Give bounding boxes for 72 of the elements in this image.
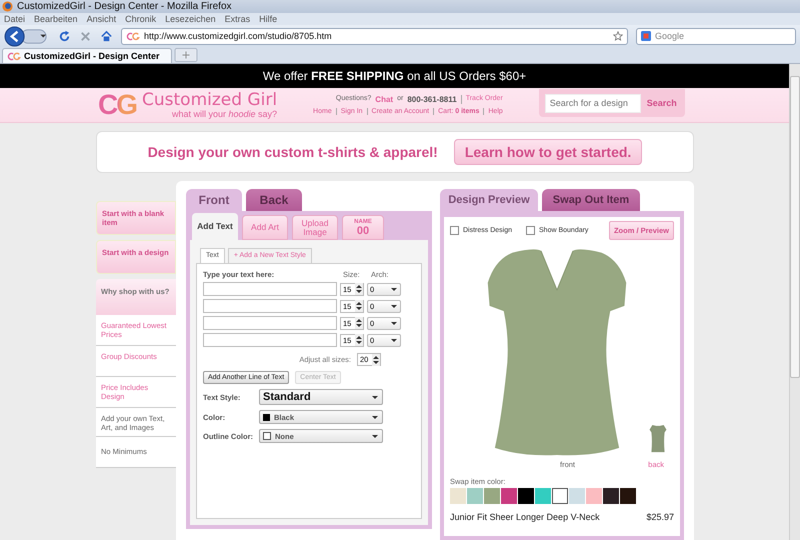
- product-price: $25.97: [646, 512, 674, 522]
- bookmark-star-icon[interactable]: [613, 31, 623, 41]
- color-swatch[interactable]: [586, 488, 602, 504]
- spinner-arrows-icon[interactable]: [355, 300, 363, 312]
- web-search-field[interactable]: Google: [636, 28, 796, 44]
- scrollbar[interactable]: [789, 64, 800, 540]
- color-swatch[interactable]: [569, 488, 585, 504]
- browser-logo-icon: [2, 1, 13, 12]
- header-link[interactable]: Chat: [375, 95, 394, 104]
- tool-tab[interactable]: Upload Image: [292, 215, 338, 240]
- caret-icon[interactable]: [371, 393, 379, 401]
- caret-icon[interactable]: [371, 432, 379, 440]
- menu-item[interactable]: Lesezeichen: [165, 14, 216, 24]
- home-icon[interactable]: [100, 30, 113, 42]
- checkbox[interactable]: [526, 226, 536, 235]
- color-swatch[interactable]: [603, 488, 619, 504]
- site-icon: [7, 52, 21, 60]
- side-tab[interactable]: Back: [246, 189, 302, 211]
- phone-number: 800-361-8811: [407, 95, 457, 104]
- text-line-field[interactable]: [203, 316, 337, 330]
- text-line-field[interactable]: [203, 333, 337, 347]
- search-button[interactable]: Search: [644, 98, 679, 108]
- caret-icon[interactable]: [390, 302, 398, 310]
- preview-tab[interactable]: Design Preview: [440, 189, 538, 211]
- text-line-field[interactable]: [203, 299, 337, 313]
- tagline: what will your hoodie say?: [172, 109, 278, 119]
- text-style-dropdown[interactable]: Standard: [259, 389, 383, 405]
- menu-item[interactable]: Ansicht: [86, 14, 116, 24]
- color-swatch[interactable]: [450, 488, 466, 504]
- menu-item[interactable]: Extras: [224, 14, 250, 24]
- square-icon: [263, 414, 270, 420]
- search-field[interactable]: Search for a design: [544, 94, 641, 112]
- reload-icon[interactable]: [58, 30, 71, 42]
- color-swatch[interactable]: [518, 488, 534, 504]
- caret-icon[interactable]: [390, 285, 398, 293]
- menu-item[interactable]: Chronik: [125, 14, 156, 24]
- color-swatch[interactable]: [484, 488, 500, 504]
- shipping-text: We offer FREE SHIPPING on all US Orders $60+: [262, 69, 526, 83]
- address-field[interactable]: http://www.customizedgirl.com/studio/8705.htm: [121, 28, 628, 44]
- site-icon: [126, 32, 140, 40]
- intro-headline: Design your own custom t-shirts & apparel!: [148, 144, 438, 160]
- search-engine-icon: [641, 31, 651, 41]
- logo-name[interactable]: Customized Girl: [142, 91, 278, 109]
- tshirt-thumbnail-drawing[interactable]: [648, 424, 668, 454]
- tool-tab[interactable]: Add Text: [192, 213, 238, 240]
- spinner-arrows-icon[interactable]: [372, 354, 380, 366]
- spinner-arrows-icon[interactable]: [355, 317, 363, 329]
- preview-tab[interactable]: Swap Out Item: [542, 189, 640, 211]
- menu-item[interactable]: Bearbeiten: [34, 14, 78, 24]
- menu-item[interactable]: Hilfe: [259, 14, 278, 24]
- color-swatch[interactable]: [467, 488, 483, 504]
- caret-icon[interactable]: [390, 336, 398, 344]
- checkbox[interactable]: [450, 226, 459, 235]
- color-swatch[interactable]: [535, 488, 551, 504]
- color-swatch[interactable]: [620, 488, 636, 504]
- caret-icon[interactable]: [371, 413, 379, 421]
- get-started-button[interactable]: Learn how to get started.: [454, 139, 642, 165]
- new-tab-icon[interactable]: [174, 48, 198, 62]
- product-name: Junior Fit Sheer Longer Deep V-Neck: [450, 512, 600, 522]
- spinner-arrows-icon[interactable]: [355, 334, 363, 346]
- color-swatch[interactable]: [552, 488, 568, 504]
- text-line-field[interactable]: [203, 282, 337, 296]
- menu-item[interactable]: Datei: [4, 14, 26, 24]
- spinner-arrows-icon[interactable]: [355, 283, 363, 295]
- browser-tab[interactable]: CustomizedGirl - Design Center: [2, 48, 172, 63]
- side-tab[interactable]: Front: [186, 189, 242, 211]
- color-swatch[interactable]: [501, 488, 517, 504]
- stop-icon[interactable]: [79, 30, 92, 42]
- window-title: CustomizedGirl - Design Center - Mozilla Firefox: [17, 1, 232, 12]
- tool-tab[interactable]: Add Art: [242, 215, 288, 240]
- caret-icon[interactable]: [390, 319, 398, 327]
- empty-swatch-icon: [263, 432, 271, 440]
